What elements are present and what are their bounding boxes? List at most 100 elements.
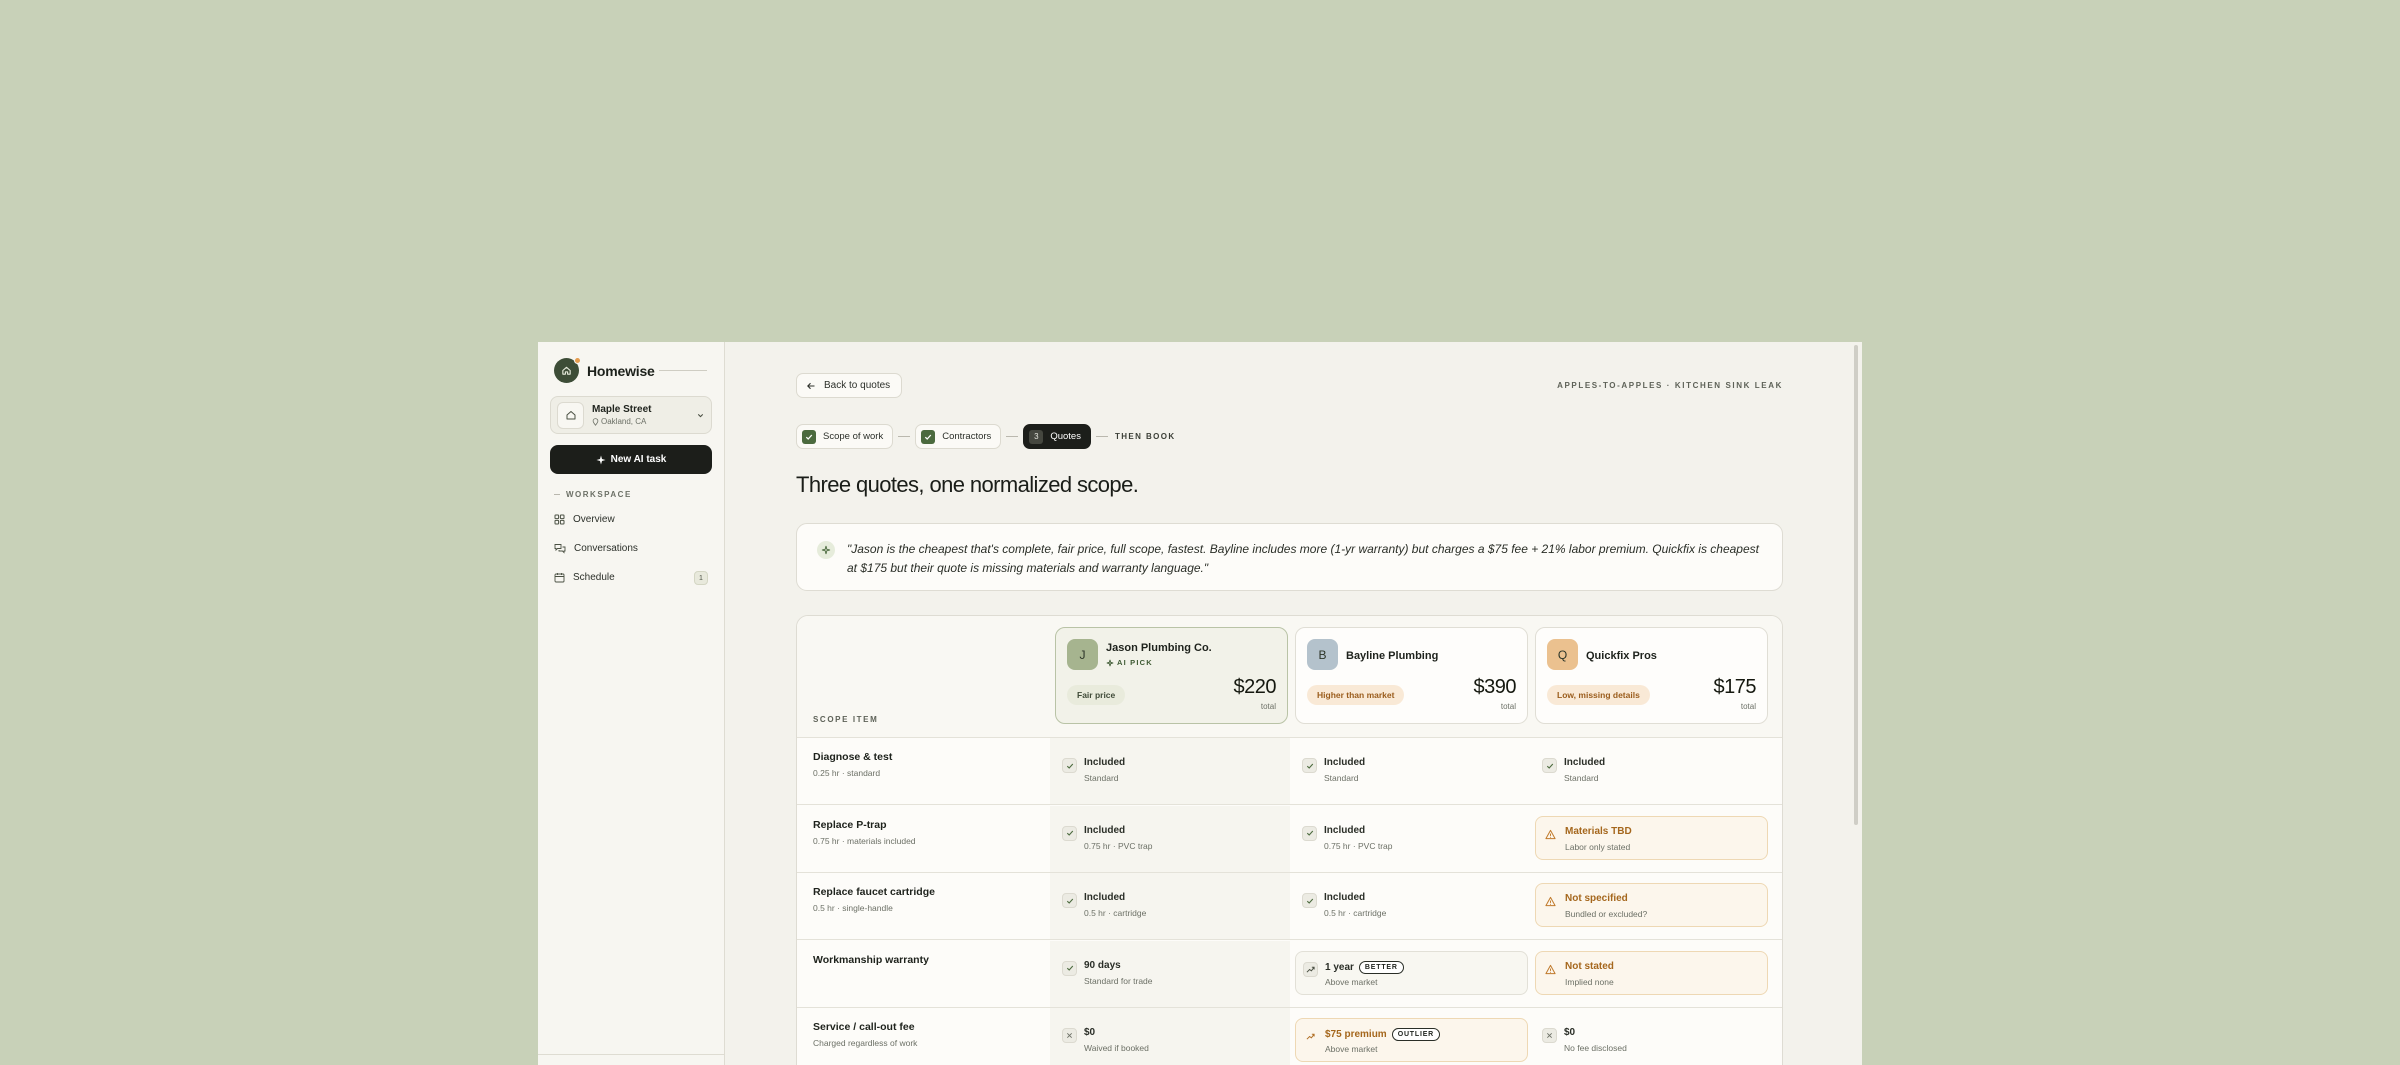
check-icon (802, 429, 816, 444)
vendor-name: Bayline Plumbing (1346, 650, 1439, 662)
cell-tag: BETTER (1358, 960, 1404, 974)
scope-item-title: Service / call-out fee (813, 1021, 915, 1033)
grid-icon (554, 514, 565, 524)
main-content: Back to quotes APPLES-TO-APPLES · KITCHE… (725, 342, 1862, 1065)
check-icon (1062, 758, 1077, 773)
avatar: J (1067, 639, 1098, 670)
schedule-count-badge: 1 (694, 571, 708, 585)
comparison-cell: Materials TBD Labor only stated (1535, 815, 1768, 860)
vendor-name: Jason Plumbing Co. (1106, 642, 1212, 654)
new-ai-task-label: New AI task (610, 454, 667, 465)
cell-note: Bundled or excluded? (1565, 909, 1648, 919)
sidebar: Homewise Maple Street Oakland, CA New AI… (538, 342, 725, 1065)
nav-item-conversations[interactable]: Conversations (550, 536, 712, 560)
cell-value: Included (1324, 892, 1366, 903)
comparison-cell: $0 No fee disclosed (1535, 1018, 1768, 1062)
quote-total-label: total (1500, 702, 1516, 711)
arrow-left-icon (807, 382, 815, 389)
warning-icon (1543, 962, 1558, 977)
cell-note: Standard (1564, 773, 1599, 783)
notification-dot (574, 357, 581, 364)
location-switcher[interactable]: Maple Street Oakland, CA (550, 396, 712, 434)
cell-value: Included (1084, 824, 1126, 836)
new-ai-task-button[interactable]: New AI task (550, 445, 712, 474)
close-icon (1542, 1028, 1557, 1043)
cell-value: Not specified (1565, 893, 1628, 904)
cell-value: Included (1324, 757, 1366, 768)
cell-note: Waived if booked (1084, 1043, 1149, 1053)
step-contractors[interactable]: Contractors (915, 424, 1002, 449)
brand[interactable]: Homewise (554, 357, 655, 383)
comparison-cell: $75 premium OUTLIER Above market (1295, 1018, 1528, 1062)
divider (659, 370, 707, 371)
scope-item-title: Replace P-trap (813, 818, 887, 831)
brand-name: Homewise (587, 362, 655, 379)
scope-item-sub: 0.25 hr · standard (813, 768, 881, 778)
check-icon (1062, 893, 1077, 908)
location-name: Maple Street (592, 404, 652, 415)
price-rating-pill: Fair price (1067, 685, 1126, 705)
scope-item-title: Diagnose & test (813, 751, 893, 763)
cell-value: Included (1084, 757, 1126, 768)
check-icon (1302, 758, 1317, 773)
divider (538, 1054, 724, 1055)
sparkle-icon (1106, 659, 1114, 666)
comparison-cell: $0 Waived if booked (1055, 1018, 1288, 1062)
nav-item-schedule[interactable]: Schedule 1 (550, 565, 712, 589)
chat-icon (554, 543, 566, 554)
sparkle-icon (817, 541, 835, 559)
app-window: Homewise Maple Street Oakland, CA New AI… (538, 342, 1862, 1065)
warning-icon (1543, 827, 1558, 842)
breadcrumb: APPLES-TO-APPLES · KITCHEN SINK LEAK (1557, 381, 1783, 390)
house-icon (557, 401, 584, 429)
vendor-card[interactable]: Q Quickfix Pros Low, missing details $175 to… (1535, 627, 1768, 724)
comparison-cell: Included 0.75 hr · PVC trap (1055, 816, 1288, 860)
nav-item-overview[interactable]: Overview (550, 507, 712, 531)
cell-value: 90 days (1084, 959, 1121, 971)
trend-up-icon (1303, 961, 1318, 977)
pin-icon (592, 417, 599, 426)
cell-value: Included (1084, 892, 1126, 903)
scope-item-title: Workmanship warranty (813, 953, 929, 966)
table-header: SCOPE ITEM J Jason Plumbing Co. AI PICK Fai… (797, 616, 1782, 738)
cell-value: Included (1564, 757, 1606, 768)
quote-total-label: total (1740, 702, 1756, 711)
step-next-label: THEN BOOK (1114, 432, 1176, 441)
scope-item-sub: 0.75 hr · materials included (813, 835, 916, 846)
vendor-card[interactable]: B Bayline Plumbing Higher than market $390 t… (1295, 627, 1528, 724)
comparison-cell: Included Standard (1295, 748, 1528, 792)
ai-summary-card: "Jason is the cheapest that's complete, … (796, 523, 1783, 591)
calendar-icon (554, 572, 565, 582)
quote-total: $390 (1473, 676, 1517, 698)
comparison-cell: 90 days Standard for trade (1055, 951, 1288, 995)
ai-pick-badge: AI PICK (1106, 658, 1153, 667)
check-icon (1062, 960, 1077, 976)
page-title: Three quotes, one normalized scope. (796, 472, 1139, 497)
comparison-cell: Included 0.5 hr · cartridge (1055, 883, 1288, 927)
step-quotes[interactable]: 3 Quotes (1023, 424, 1091, 449)
vendor-card[interactable]: J Jason Plumbing Co. AI PICK Fair price $220… (1055, 627, 1288, 724)
quote-total: $220 (1233, 676, 1277, 698)
section-label: WORKSPACE (554, 490, 632, 499)
scope-item-sub: 0.5 hr · single-handle (813, 903, 893, 913)
cell-note: 0.5 hr · cartridge (1324, 908, 1387, 918)
home-logo-icon (554, 357, 581, 383)
cell-note: 0.75 hr · PVC trap (1324, 840, 1393, 851)
cell-note: Standard (1084, 773, 1119, 783)
comparison-cell: Not stated Implied none (1535, 950, 1768, 995)
cell-value: Materials TBD (1565, 825, 1632, 837)
cell-tag: OUTLIER (1391, 1028, 1441, 1041)
cell-value: Included (1324, 824, 1366, 836)
cell-note: Above market (1325, 976, 1378, 987)
back-to-quotes-button[interactable]: Back to quotes (796, 373, 903, 398)
scope-item-sub: Charged regardless of work (813, 1038, 918, 1048)
check-icon (1302, 893, 1317, 908)
cell-note: No fee disclosed (1564, 1043, 1627, 1053)
step-scope-of-work[interactable]: Scope of work (796, 424, 894, 449)
table-row: Diagnose & test 0.25 hr · standard Include… (797, 738, 1782, 805)
avatar: B (1307, 639, 1338, 670)
comparison-cell: Not specified Bundled or excluded? (1535, 883, 1768, 927)
scrollbar[interactable] (1854, 345, 1858, 825)
quote-total: $175 (1713, 676, 1757, 698)
price-rating-pill: Low, missing details (1547, 685, 1650, 705)
